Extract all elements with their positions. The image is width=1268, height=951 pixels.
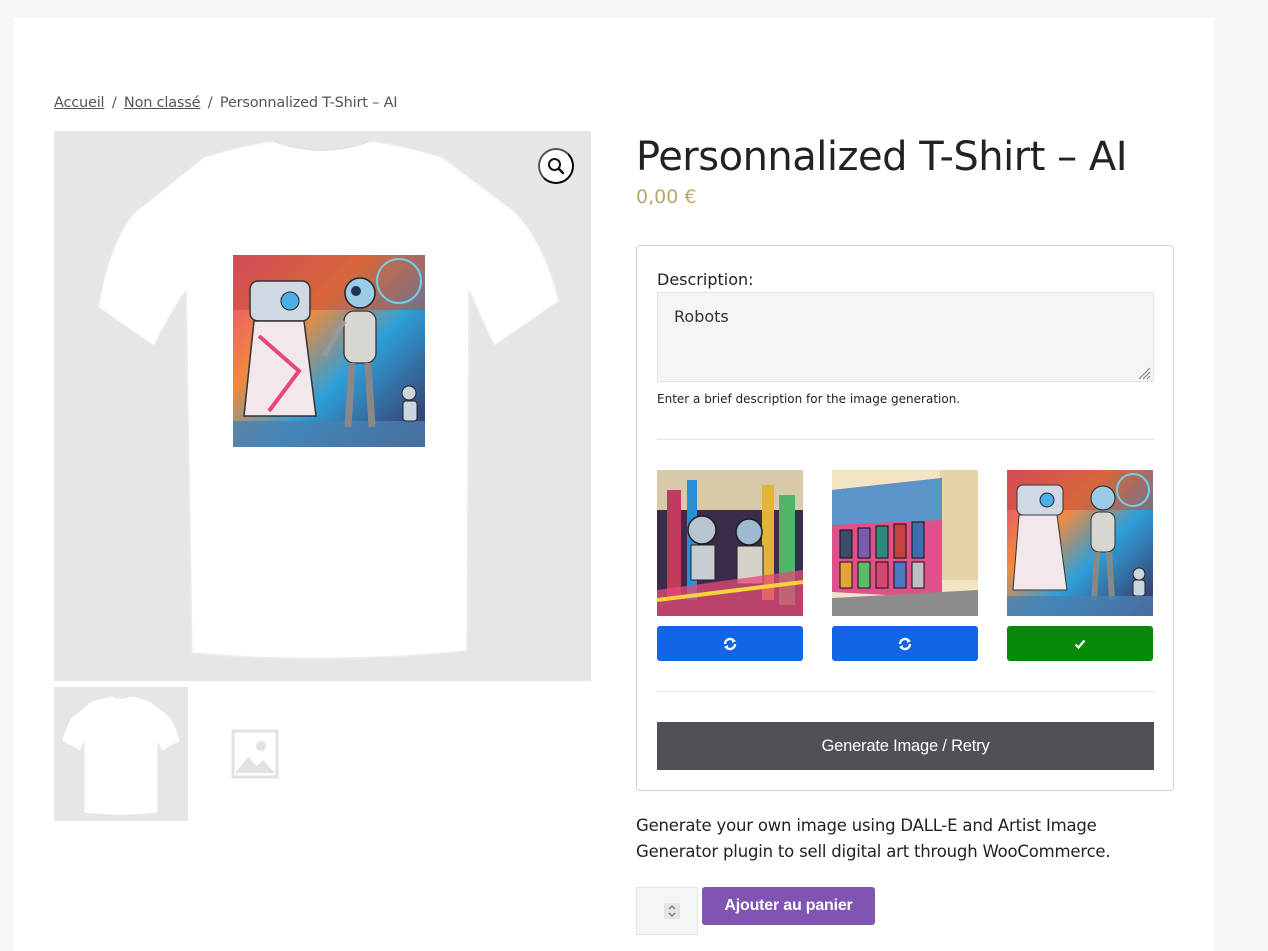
breadcrumb-separator: / — [207, 95, 213, 111]
thumbnail-tshirt[interactable] — [54, 687, 188, 821]
refresh-icon — [723, 637, 737, 650]
breadcrumb-current: Personnalized T-Shirt – AI — [219, 95, 398, 111]
breadcrumb-home-link[interactable]: Accueil — [54, 95, 105, 111]
quantity-stepper-icon[interactable] — [664, 903, 680, 919]
generated-image-2-art — [832, 470, 978, 616]
tshirt-back-image — [97, 140, 560, 660]
description-textarea[interactable]: Robots — [657, 292, 1154, 382]
retry-image-2-button[interactable] — [832, 626, 978, 661]
generated-image-3-art — [1007, 470, 1153, 616]
refresh-icon — [898, 637, 912, 650]
product-title: Personnalized T-Shirt – AI — [636, 134, 1127, 180]
product-description: Generate your own image using DALL-E and… — [636, 816, 1111, 861]
generated-image-2[interactable] — [832, 470, 978, 616]
breadcrumb-category-link[interactable]: Non classé — [124, 95, 201, 111]
breadcrumb-separator: / — [111, 95, 117, 111]
zoom-button[interactable] — [538, 148, 574, 184]
resize-handle-icon[interactable] — [1135, 364, 1151, 380]
thumbnail-placeholder[interactable] — [188, 687, 322, 821]
check-icon — [1074, 639, 1086, 649]
description-label: Description: — [657, 270, 754, 289]
image-generator-panel: Description: Robots Enter a brief descri… — [636, 245, 1174, 791]
divider — [657, 691, 1154, 692]
generated-image-1-art — [657, 470, 803, 616]
select-image-3-button[interactable] — [1007, 626, 1153, 661]
product-price: 0,00 € — [636, 186, 697, 208]
breadcrumb: Accueil / Non classé / Personnalized T-S… — [54, 95, 398, 111]
image-placeholder-icon — [231, 729, 279, 779]
divider — [657, 439, 1154, 440]
add-to-cart-button[interactable]: Ajouter au panier — [702, 887, 875, 925]
generated-image-1[interactable] — [657, 470, 803, 616]
magnifier-icon — [548, 158, 565, 175]
tshirt-thumbnail-image — [61, 695, 181, 816]
retry-image-1-button[interactable] — [657, 626, 803, 661]
generated-image-3[interactable] — [1007, 470, 1153, 616]
generate-image-button[interactable]: Generate Image / Retry — [657, 722, 1154, 770]
product-main-image[interactable] — [54, 131, 591, 681]
description-help-text: Enter a brief description for the image … — [657, 392, 961, 406]
